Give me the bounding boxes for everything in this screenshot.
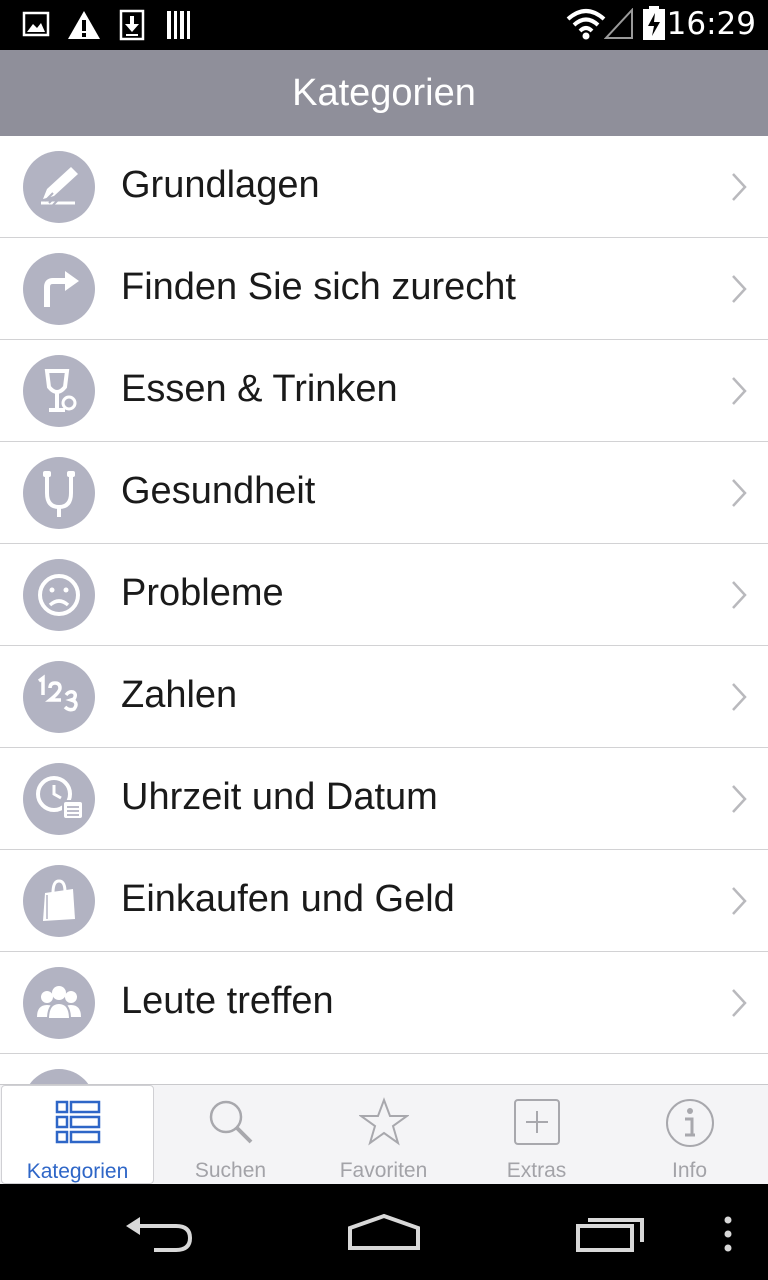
category-row-finden[interactable]: Finden Sie sich zurecht xyxy=(0,238,768,340)
tab-info[interactable]: Info xyxy=(613,1085,766,1184)
tab-label: Suchen xyxy=(194,1159,267,1182)
category-icon-circle xyxy=(23,559,95,631)
tab-favoriten[interactable]: Favoriten xyxy=(307,1085,460,1184)
turn-arrow-icon xyxy=(44,271,79,307)
chevron-right-icon xyxy=(732,683,747,711)
plus-box-icon xyxy=(513,1099,560,1145)
category-row-probleme[interactable]: Probleme xyxy=(0,544,768,646)
category-label: Gesundheit xyxy=(121,470,316,512)
numbers-icon xyxy=(37,674,78,712)
image-icon xyxy=(22,9,50,44)
people-icon xyxy=(37,986,81,1020)
sad-face-icon xyxy=(38,574,80,616)
category-row-partial[interactable] xyxy=(0,1054,768,1084)
category-row-uhrzeit[interactable]: Uhrzeit und Datum xyxy=(0,748,768,850)
shopping-bag-icon xyxy=(43,879,75,921)
download-icon xyxy=(119,9,145,46)
app-bar: Kategorien xyxy=(0,50,768,136)
category-label: Einkaufen und Geld xyxy=(121,878,455,920)
category-row-zahlen[interactable]: Zahlen xyxy=(0,646,768,748)
category-label: Leute treffen xyxy=(121,980,334,1022)
screen: 16:29 Kategorien Grundlagen Finden Sie s… xyxy=(0,0,768,1280)
chevron-right-icon xyxy=(732,479,747,507)
category-label: Zahlen xyxy=(121,674,238,716)
category-icon-circle xyxy=(23,355,95,427)
chevron-right-icon xyxy=(732,275,747,303)
status-time: 16:29 xyxy=(666,6,756,42)
category-label: Grundlagen xyxy=(121,164,320,206)
tab-label: Kategorien xyxy=(26,1160,129,1183)
category-label: Finden Sie sich zurecht xyxy=(121,266,516,308)
category-row-essen[interactable]: Essen & Trinken xyxy=(0,340,768,442)
category-icon-circle xyxy=(23,253,95,325)
tab-suchen[interactable]: Suchen xyxy=(154,1085,307,1184)
category-label: Essen & Trinken xyxy=(121,368,398,410)
category-icon-circle xyxy=(23,763,95,835)
barcode-icon xyxy=(166,9,194,46)
recents-icon[interactable] xyxy=(574,1212,648,1259)
category-row-einkaufen[interactable]: Einkaufen und Geld xyxy=(0,850,768,952)
category-row-leute[interactable]: Leute treffen xyxy=(0,952,768,1054)
warning-icon xyxy=(66,9,102,46)
home-icon[interactable] xyxy=(346,1212,422,1259)
tab-bar: Kategorien Suchen Favoriten Extras Info xyxy=(0,1084,768,1184)
category-icon-circle xyxy=(23,457,95,529)
tab-label: Info xyxy=(671,1159,708,1182)
signal-icon xyxy=(603,7,634,45)
chevron-right-icon xyxy=(732,173,747,201)
star-icon xyxy=(358,1097,409,1146)
info-icon xyxy=(665,1099,714,1147)
category-label: Probleme xyxy=(121,572,284,614)
battery-icon xyxy=(642,5,666,46)
chevron-right-icon xyxy=(732,887,747,915)
tab-label: Extras xyxy=(506,1159,567,1182)
overflow-menu-icon[interactable] xyxy=(722,1216,734,1257)
chevron-right-icon xyxy=(732,377,747,405)
status-bar: 16:29 xyxy=(0,0,768,50)
category-icon-circle xyxy=(23,967,95,1039)
clock-calendar-icon xyxy=(36,776,84,820)
magnifier-icon xyxy=(209,1100,252,1144)
list-grid-icon xyxy=(55,1100,100,1144)
stethoscope-icon xyxy=(43,471,75,517)
glass-icon xyxy=(44,369,77,412)
pencil-icon xyxy=(41,167,78,206)
tab-label: Favoriten xyxy=(339,1159,428,1182)
category-list[interactable]: Grundlagen Finden Sie sich zurecht Essen… xyxy=(0,136,768,1084)
chevron-right-icon xyxy=(732,581,747,609)
back-icon[interactable] xyxy=(124,1214,196,1259)
chevron-right-icon xyxy=(732,989,747,1017)
category-icon-circle xyxy=(23,151,95,223)
tab-kategorien[interactable]: Kategorien xyxy=(1,1085,154,1184)
wifi-icon xyxy=(566,7,606,46)
category-icon-circle xyxy=(23,1069,95,1084)
tab-extras[interactable]: Extras xyxy=(460,1085,613,1184)
chevron-right-icon xyxy=(732,785,747,813)
category-icon-circle xyxy=(23,661,95,733)
navigation-bar xyxy=(0,1184,768,1280)
category-row-gesundheit[interactable]: Gesundheit xyxy=(0,442,768,544)
category-row-grundlagen[interactable]: Grundlagen xyxy=(0,136,768,238)
category-label: Uhrzeit und Datum xyxy=(121,776,438,818)
category-icon-circle xyxy=(23,865,95,937)
page-title: Kategorien xyxy=(292,71,476,114)
